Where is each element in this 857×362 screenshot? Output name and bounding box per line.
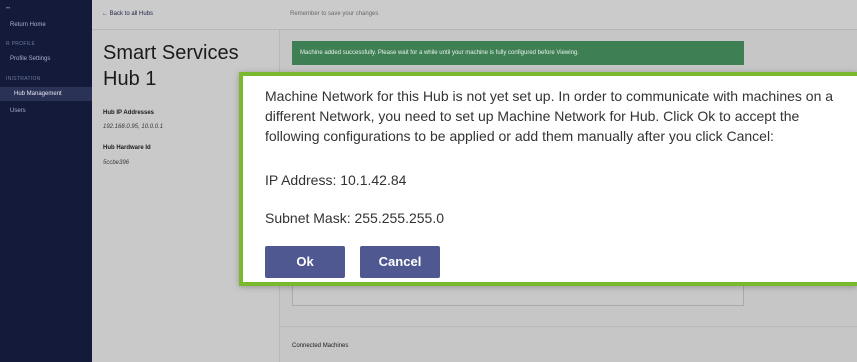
cancel-button[interactable]: Cancel [360,246,440,278]
sidebar-item-return-home[interactable]: Return Home [0,18,92,32]
dialog-subnet-mask: Subnet Mask: 255.255.255.0 [265,210,445,226]
sidebar-item-hub-management[interactable]: Hub Management [0,87,92,101]
sidebar-item-users[interactable]: Users [0,104,92,118]
sidebar-section-profile: R PROFILE [6,41,36,47]
top-bar: ← Back to all Hubs Remember to save your… [92,0,857,30]
sidebar: •• Return Home R PROFILE Profile Setting… [0,0,92,362]
dialog-ip-address: IP Address: 10.1.42.84 [265,172,407,188]
sidebar-item-profile-settings[interactable]: Profile Settings [0,52,92,66]
sidebar-top-marker: •• [6,6,11,12]
hub-hardware-id-value: 5ccbe396 [103,160,130,166]
sidebar-section-administration: INISTRATION [6,76,41,82]
back-to-hubs-link[interactable]: ← Back to all Hubs [102,11,153,17]
hub-ip-value: 192.168.0.95, 10.0.0.1 [103,124,164,130]
connected-machines-heading: Connected Machines [292,343,349,349]
hub-ip-label: Hub IP Addresses [103,110,155,116]
ok-button[interactable]: Ok [265,246,345,278]
success-banner: Machine added successfully. Please wait … [292,41,744,65]
connected-machines-section: Connected Machines [280,326,857,362]
save-reminder-text: Remember to save your changes [290,11,379,17]
hub-hardware-id-label: Hub Hardware Id [103,145,151,151]
machine-network-dialog: Machine Network for this Hub is not yet … [239,72,857,286]
dialog-message: Machine Network for this Hub is not yet … [265,88,834,144]
